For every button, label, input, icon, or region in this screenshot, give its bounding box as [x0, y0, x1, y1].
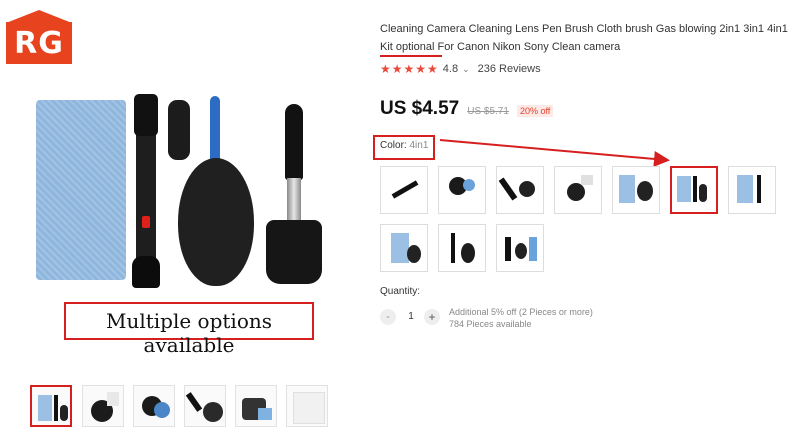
- caption-box: Multiple options available: [64, 302, 314, 357]
- quantity-decrease-button[interactable]: -: [380, 309, 396, 325]
- cleaning-cloth-illustration: [36, 100, 126, 280]
- price-row: US $4.57 US $5.71 20% off: [380, 98, 554, 120]
- thumbnail[interactable]: [184, 385, 226, 427]
- original-price: US $5.71: [467, 106, 509, 117]
- product-title: Cleaning Camera Cleaning Lens Pen Brush …: [380, 23, 788, 53]
- rating-value: 4.8: [442, 63, 459, 75]
- variant-option[interactable]: [554, 166, 602, 214]
- blower-nozzle-illustration: [210, 96, 220, 166]
- variant-option[interactable]: [380, 166, 428, 214]
- current-price: US $4.57: [380, 98, 460, 119]
- main-product-image[interactable]: Multiple options available: [30, 88, 340, 357]
- quantity-value[interactable]: 1: [404, 309, 418, 325]
- variant-option[interactable]: [612, 166, 660, 214]
- variant-option[interactable]: [728, 166, 776, 214]
- image-caption: Multiple options available: [105, 309, 273, 357]
- review-count-link[interactable]: 236 Reviews: [478, 63, 541, 75]
- color-label-text: Color:: [380, 140, 407, 151]
- bulk-discount-note: Additional 5% off (2 Pieces or more): [449, 307, 593, 317]
- chevron-down-icon[interactable]: ⌄: [462, 64, 470, 75]
- store-logo[interactable]: RG: [6, 10, 72, 64]
- thumbnail[interactable]: [133, 385, 175, 427]
- rating-row[interactable]: ★★★★★ 4.8 ⌄ 236 Reviews: [380, 62, 541, 76]
- variant-option[interactable]: [496, 166, 544, 214]
- variant-option[interactable]: [438, 166, 486, 214]
- variant-option[interactable]: [438, 224, 486, 272]
- quantity-note: Additional 5% off (2 Pieces or more) 784…: [449, 306, 593, 330]
- logo-text: RG: [14, 26, 64, 61]
- blower-valve-illustration: [168, 100, 190, 160]
- quantity-label: Quantity:: [380, 286, 421, 297]
- quantity-increase-button[interactable]: +: [424, 309, 440, 325]
- brush-handle-illustration: [285, 104, 303, 180]
- annotation-arrow: [439, 139, 670, 167]
- thumbnail[interactable]: [30, 385, 72, 427]
- thumbnail[interactable]: [235, 385, 277, 427]
- lens-pen-illustration: [132, 94, 160, 288]
- title-highlight-underline: [380, 55, 442, 57]
- thumbnail[interactable]: [82, 385, 124, 427]
- stock-available: 784 Pieces available: [449, 319, 532, 329]
- brush-bristles-illustration: [266, 220, 322, 284]
- color-label: Color: 4in1: [380, 140, 428, 151]
- rating-stars: ★★★★★: [380, 62, 439, 76]
- thumbnail[interactable]: [286, 385, 328, 427]
- color-selected-value: 4in1: [409, 140, 429, 151]
- discount-badge: 20% off: [516, 105, 554, 117]
- variant-option-selected[interactable]: [670, 166, 718, 214]
- variant-option[interactable]: [380, 224, 428, 272]
- variant-option[interactable]: [496, 224, 544, 272]
- air-blower-illustration: [178, 158, 254, 286]
- brush-ferrule-illustration: [287, 178, 301, 222]
